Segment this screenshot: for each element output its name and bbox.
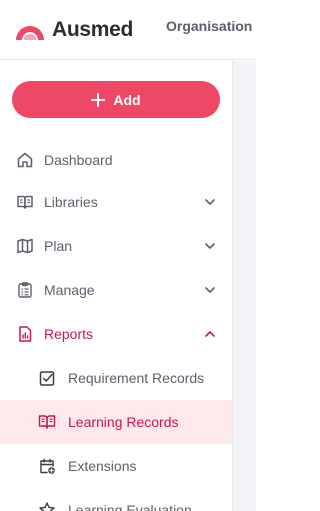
add-button[interactable]: Add <box>12 81 220 118</box>
chevron-down-icon[interactable] <box>203 239 217 253</box>
chevron-up-icon[interactable] <box>203 327 217 341</box>
clipboard-icon <box>18 282 32 298</box>
sidebar-subitem-extensions[interactable]: Extensions <box>0 444 232 488</box>
chevron-down-icon[interactable] <box>203 283 217 297</box>
sidebar-item-manage[interactable]: Manage <box>0 268 232 312</box>
sidebar-subitem-label: Extensions <box>68 458 137 474</box>
sidebar-subitem-label: Requirement Records <box>68 370 205 386</box>
map-icon <box>17 238 33 254</box>
calendar-plus-icon <box>40 458 55 474</box>
brand-name: Ausmed <box>52 18 134 41</box>
ausmed-logo[interactable]: Ausmed <box>14 18 133 42</box>
sidebar-subitem-requirement-records[interactable]: Requirement Records <box>0 356 232 400</box>
open-book-icon <box>38 415 56 429</box>
sidebar-item-label: Libraries <box>44 194 98 210</box>
plus-icon <box>91 92 106 107</box>
sidebar-item-label: Dashboard <box>44 152 113 168</box>
sidebar-item-label: Manage <box>44 282 95 298</box>
checkbox-icon <box>39 371 55 386</box>
organisation-label[interactable]: Organisation <box>166 18 252 34</box>
chevron-down-icon[interactable] <box>203 195 217 209</box>
sidebar-subitem-learning-evaluation[interactable]: Learning Evaluation <box>0 488 232 511</box>
home-icon <box>17 152 33 168</box>
main-content-edge <box>232 61 256 511</box>
sidebar-subitem-label: Learning Evaluation <box>68 502 192 511</box>
sidebar-item-label: Plan <box>44 238 73 254</box>
sidebar-item-label: Reports <box>44 326 94 342</box>
sidebar-item-plan[interactable]: Plan <box>0 224 232 268</box>
sidebar-subitem-learning-records[interactable]: Learning Records <box>0 400 232 444</box>
star-icon <box>39 502 55 511</box>
sidebar-item-libraries[interactable]: Libraries <box>0 180 232 224</box>
sidebar-item-reports[interactable]: Reports <box>0 312 232 356</box>
sidebar-item-dashboard[interactable]: Dashboard <box>0 138 232 182</box>
report-icon <box>19 326 32 342</box>
ausmed-logo-mark-icon <box>16 26 44 40</box>
top-header: Ausmed Organisation <box>0 0 256 60</box>
app-frame: Ausmed Organisation Add Dashboard Librar… <box>0 0 256 511</box>
sidebar-subitem-label: Learning Records <box>68 414 179 430</box>
book-icon <box>17 195 33 209</box>
sidebar-nav: Add Dashboard Libraries Plan Manage Repo… <box>0 61 232 511</box>
add-button-label: Add <box>113 91 141 108</box>
